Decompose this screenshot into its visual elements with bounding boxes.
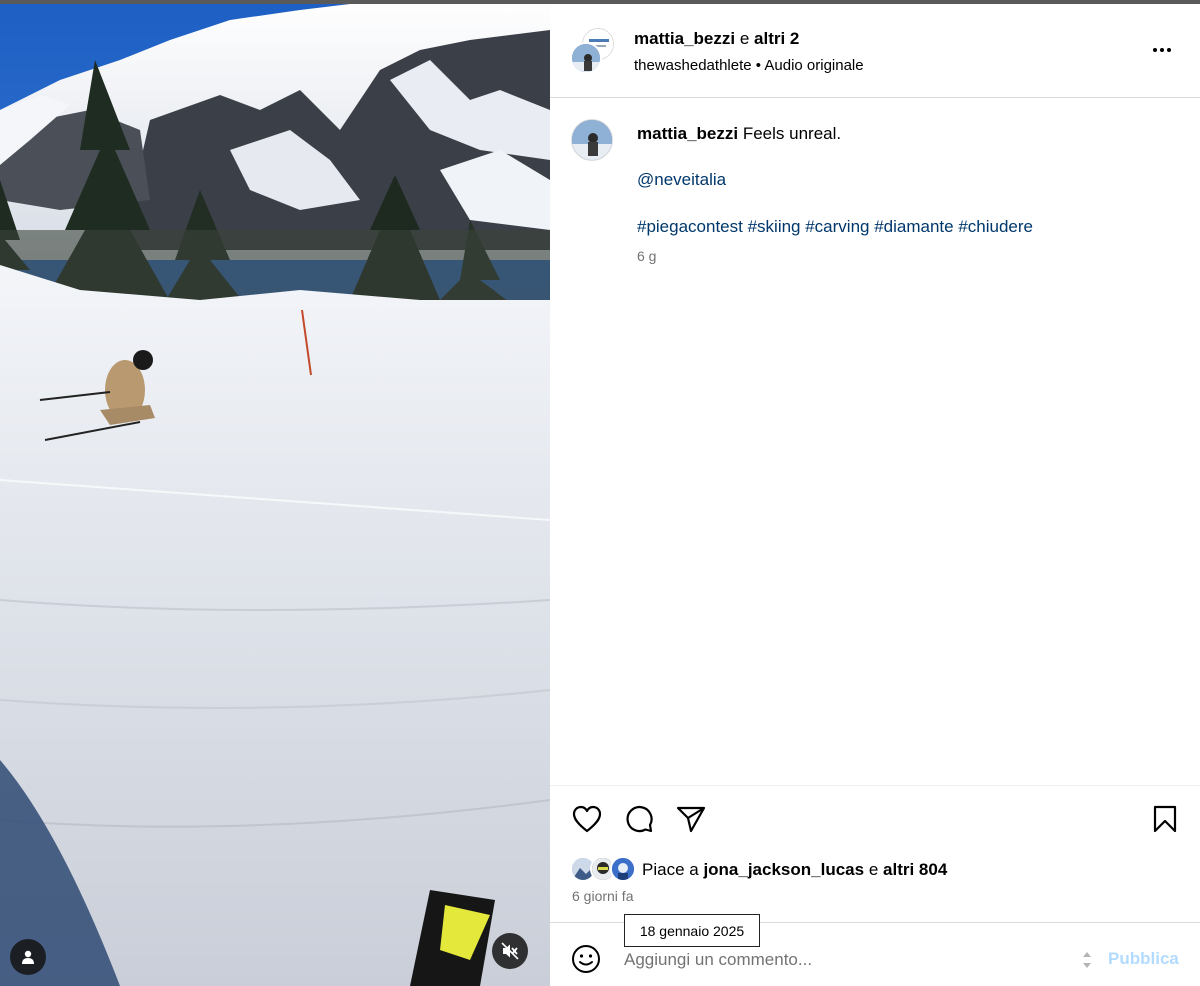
likes-connector: e [868, 860, 879, 879]
comment-bubble-icon [626, 805, 653, 833]
likes-summary: Piace a jona_jackson_lucas e altri 804 [642, 860, 947, 880]
caption-avatar[interactable] [571, 119, 613, 161]
post-details-panel: mattia_bezzi e altri 2 thewashedathlete … [550, 4, 1200, 986]
timestamp-tooltip: 18 gennaio 2025 [624, 914, 760, 947]
post-header: mattia_bezzi e altri 2 thewashedathlete … [550, 4, 1200, 98]
resize-arrows-icon [1083, 952, 1091, 968]
window-top-border [0, 0, 1200, 4]
like-button[interactable] [570, 802, 604, 836]
hashtags[interactable]: #piegacontest #skiing #carving #diamante… [637, 217, 1033, 237]
likes-prefix: Piace a [642, 860, 699, 879]
post-authors[interactable]: mattia_bezzi e altri 2 [634, 29, 799, 49]
coauthors-connector: e [739, 29, 750, 48]
caption-age: 6 g [637, 248, 657, 264]
tagged-users-button[interactable] [10, 939, 46, 975]
actions-divider [550, 785, 1200, 786]
ski-slope-video-frame [0, 0, 550, 986]
caption-author-link[interactable]: mattia_bezzi [637, 124, 738, 143]
liker-avatars[interactable] [570, 856, 640, 884]
heart-icon [572, 805, 602, 833]
comment-input[interactable] [624, 947, 1064, 973]
coauthors-link[interactable]: altri 2 [754, 29, 799, 48]
paper-plane-icon [676, 806, 706, 833]
audio-link[interactable]: Audio originale [764, 57, 863, 74]
caption-body: Feels unreal. [742, 124, 842, 143]
post-video[interactable] [0, 0, 550, 986]
audio-account-link[interactable]: thewashedathlete [634, 57, 752, 74]
coauthor-avatars[interactable] [570, 28, 614, 74]
speaker-muted-icon [501, 942, 519, 960]
mention-link[interactable]: @neveitalia [637, 170, 726, 190]
author-username[interactable]: mattia_bezzi [634, 29, 735, 48]
save-button[interactable] [1148, 802, 1182, 836]
avatar [570, 42, 602, 74]
audio-info: thewashedathlete • Audio originale [634, 57, 864, 74]
post-timestamp[interactable]: 6 giorni fa [572, 888, 633, 904]
caption-text: mattia_bezzi Feels unreal. [637, 123, 841, 145]
likes-count-link[interactable]: altri 804 [883, 860, 947, 879]
first-liker-link[interactable]: jona_jackson_lucas [703, 860, 864, 879]
share-button[interactable] [674, 802, 708, 836]
publish-button[interactable]: Pubblica [1108, 949, 1179, 969]
avatar [610, 856, 636, 882]
bookmark-icon [1153, 805, 1177, 833]
audio-separator: • [755, 57, 762, 74]
more-options-button[interactable] [1148, 40, 1176, 60]
smiley-icon [572, 945, 600, 973]
comment-button[interactable] [622, 802, 656, 836]
emoji-button[interactable] [570, 943, 602, 975]
mute-toggle-button[interactable] [492, 933, 528, 969]
person-icon [22, 950, 34, 964]
more-horizontal-icon [1153, 48, 1171, 52]
